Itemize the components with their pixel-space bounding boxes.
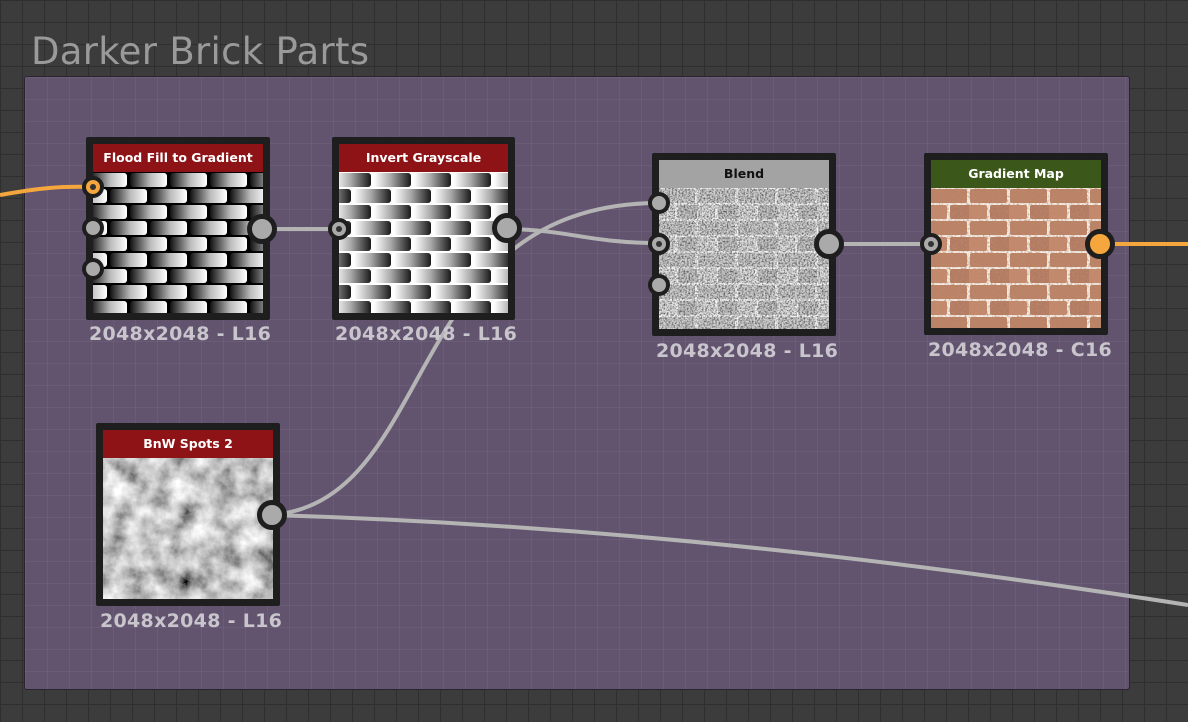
output-port[interactable] <box>814 229 844 259</box>
thumbnail-colored-bricks <box>931 188 1101 328</box>
node-resolution-label: 2048x2048 - L16 <box>89 323 272 345</box>
output-port[interactable] <box>247 214 277 244</box>
node-resolution-label: 2048x2048 - L16 <box>335 323 518 345</box>
node-invert-grayscale[interactable]: Invert Grayscale <box>332 137 515 320</box>
node-resolution-label: 2048x2048 - L16 <box>100 610 283 632</box>
input-port-background[interactable] <box>648 233 670 255</box>
thumbnail-inverted-bricks <box>339 172 508 313</box>
wire-input-to-flood-fill[interactable] <box>0 184 94 197</box>
input-port-2[interactable] <box>82 217 104 239</box>
output-port[interactable] <box>257 500 287 530</box>
node-title: Invert Grayscale <box>339 144 508 172</box>
output-port[interactable] <box>492 213 522 243</box>
node-blend[interactable]: Blend <box>652 153 836 336</box>
node-title: Flood Fill to Gradient <box>93 144 263 172</box>
input-port-3[interactable] <box>82 258 104 280</box>
thumbnail-blended-bricks <box>659 188 829 329</box>
input-port-1[interactable] <box>82 176 104 198</box>
wire-spots-to-output[interactable] <box>271 513 1188 607</box>
node-bnw-spots-2[interactable]: BnW Spots 2 <box>96 423 280 606</box>
input-port[interactable] <box>920 233 942 255</box>
node-title: Gradient Map <box>931 160 1101 188</box>
thumbnail-gradient-bricks <box>93 172 263 313</box>
node-title: Blend <box>659 160 829 188</box>
input-port[interactable] <box>328 218 350 240</box>
node-title: BnW Spots 2 <box>103 430 273 458</box>
node-resolution-label: 2048x2048 - C16 <box>928 339 1113 361</box>
node-flood-fill-to-gradient[interactable]: Flood Fill to Gradient <box>86 137 270 320</box>
thumbnail-noise-spots <box>103 458 273 599</box>
input-port-foreground[interactable] <box>648 192 670 214</box>
node-resolution-label: 2048x2048 - L16 <box>656 340 839 362</box>
node-gradient-map[interactable]: Gradient Map <box>924 153 1108 335</box>
input-port-mask[interactable] <box>648 274 670 296</box>
output-port[interactable] <box>1085 229 1115 259</box>
